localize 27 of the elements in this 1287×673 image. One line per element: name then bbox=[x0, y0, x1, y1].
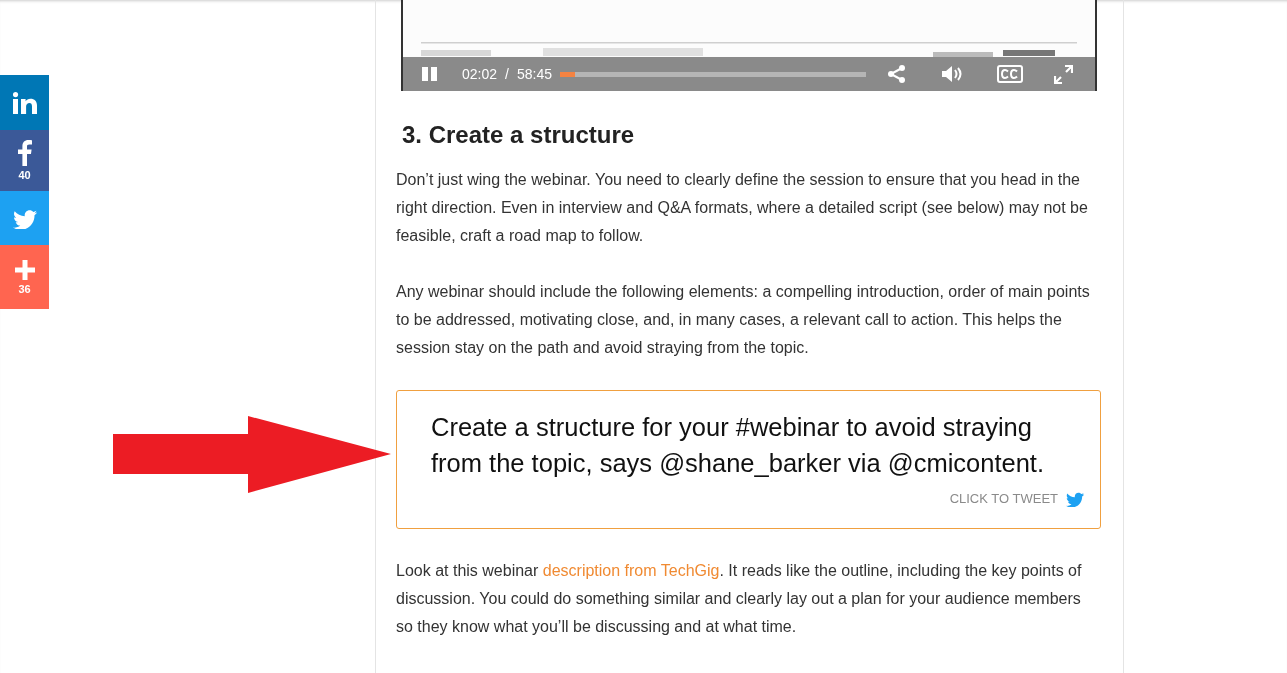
click-to-tweet-link[interactable]: CLICK TO TWEET bbox=[949, 488, 1084, 509]
captions-icon[interactable] bbox=[997, 65, 1023, 83]
facebook-icon bbox=[17, 140, 32, 166]
twitter-share-button[interactable] bbox=[0, 191, 49, 245]
share-count: 40 bbox=[18, 170, 31, 181]
time-separator: / bbox=[505, 64, 509, 84]
twitter-icon bbox=[12, 207, 37, 229]
elapsed-time: 02:02 bbox=[462, 64, 498, 84]
facebook-share-button[interactable]: 40 bbox=[0, 130, 49, 191]
progress-track[interactable] bbox=[560, 71, 866, 77]
share-count: 36 bbox=[18, 283, 31, 295]
linkedin-share-button[interactable] bbox=[0, 75, 49, 130]
volume-icon[interactable] bbox=[942, 66, 964, 82]
paragraph: Don’t just wing the webinar. You need to clearly define the session to ensure that you head in the right direction. Even in interview and Q&A formats, where a detailed script (see below) may not be feasible, craft a road map to follow. bbox=[396, 169, 1089, 246]
share-share-button[interactable]: 36 bbox=[0, 245, 49, 309]
tweet-quote: Create a structure for your #webinar to avoid straying from the topic, says @shane_barker via @cmicontent. bbox=[431, 411, 1046, 479]
share-icon[interactable] bbox=[888, 65, 905, 83]
plus-icon bbox=[14, 259, 35, 280]
twitter-icon bbox=[1066, 490, 1084, 507]
paragraph: Any webinar should include the following elements: a compelling introduction, order of main points to be addressed, motivating close, and, in many cases, a relevant call to action. This helps the session stay on the path and avoid straying from the topic. bbox=[396, 281, 1091, 358]
text-link[interactable]: description from TechGig bbox=[542, 562, 720, 580]
fullscreen-icon[interactable] bbox=[1054, 64, 1073, 84]
pause-icon[interactable] bbox=[422, 67, 438, 81]
section-heading: 3. Create a structure bbox=[402, 121, 636, 150]
linkedin-icon bbox=[12, 91, 37, 114]
video-duration: 58:45 bbox=[516, 64, 552, 84]
paragraph: Look at this webinar description from TechGig. It reads like the outline, including the key points of discussion. You could do something similar and clearly lay out a plan for your audience members so they know what you’ll be discussing and at what time. bbox=[396, 561, 1083, 638]
